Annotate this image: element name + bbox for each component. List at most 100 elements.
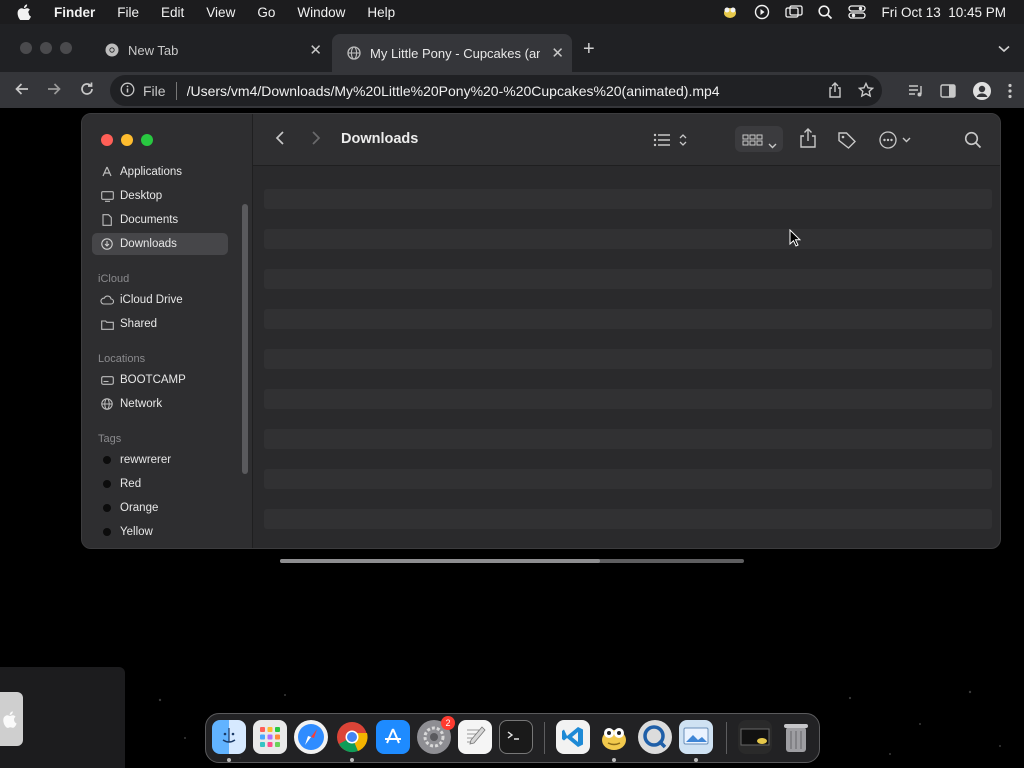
- preview-dock-icon[interactable]: [679, 720, 713, 754]
- horizontal-scrollbar[interactable]: [280, 559, 744, 563]
- profile-avatar-icon[interactable]: [972, 81, 992, 106]
- menu-view[interactable]: View: [195, 5, 246, 20]
- list-row[interactable]: [264, 509, 992, 529]
- scrollbar-thumb[interactable]: [280, 559, 600, 563]
- tab-close-icon[interactable]: ✕: [309, 41, 322, 59]
- new-tab-plus-icon[interactable]: +: [583, 38, 595, 61]
- vscode-dock-icon[interactable]: [556, 720, 590, 754]
- running-indicator: [227, 758, 231, 762]
- trash-dock-icon[interactable]: [779, 720, 813, 754]
- browser-close-dot[interactable]: [20, 42, 32, 54]
- sidebar-item-shared[interactable]: Shared: [92, 313, 228, 335]
- chrome-menu-kebab-icon[interactable]: [1008, 83, 1012, 104]
- sidebar-scrollbar[interactable]: [242, 204, 248, 474]
- control-center-icon[interactable]: [848, 5, 867, 19]
- sidebar-tag-red[interactable]: Red: [92, 473, 228, 495]
- media-controls-icon[interactable]: [908, 84, 924, 103]
- sidebar-tag-orange[interactable]: Orange: [92, 497, 228, 519]
- url-text[interactable]: /Users/vm4/Downloads/My%20Little%20Pony%…: [187, 83, 720, 99]
- menu-window[interactable]: Window: [286, 5, 356, 20]
- sidebar-item-icloud-drive[interactable]: iCloud Drive: [92, 289, 228, 311]
- list-view-icon[interactable]: [653, 132, 689, 153]
- cloud-icon: [100, 293, 114, 307]
- tag-dot-icon: [103, 456, 111, 464]
- app-store-dock-icon[interactable]: [376, 720, 410, 754]
- menubar-clock[interactable]: Fri Oct 13 10:45 PM: [881, 5, 1006, 20]
- quicktime-dock-icon[interactable]: [638, 720, 672, 754]
- file-scheme-label: File: [143, 82, 166, 99]
- sidebar-item-documents[interactable]: Documents: [92, 209, 228, 231]
- back-arrow-icon[interactable]: [13, 80, 31, 103]
- sidebar-item-desktop[interactable]: Desktop: [92, 185, 228, 207]
- system-settings-dock-icon[interactable]: 2: [417, 716, 455, 754]
- running-indicator: [694, 758, 698, 762]
- file-list[interactable]: [264, 189, 992, 548]
- reload-icon[interactable]: [78, 80, 96, 103]
- menu-go[interactable]: Go: [246, 5, 286, 20]
- sidebar-item-label: Desktop: [120, 190, 163, 202]
- browser-minimize-dot[interactable]: [40, 42, 52, 54]
- list-row[interactable]: [264, 349, 992, 369]
- menu-edit[interactable]: Edit: [150, 5, 195, 20]
- finder-dock-icon[interactable]: [212, 720, 246, 754]
- finder-back-chevron-icon[interactable]: [275, 130, 285, 151]
- cyberduck-dock-icon[interactable]: [597, 720, 631, 754]
- screen-mirroring-icon[interactable]: [785, 5, 804, 19]
- list-row[interactable]: [264, 309, 992, 329]
- cyberduck-status-icon[interactable]: [721, 5, 739, 19]
- list-row[interactable]: [264, 469, 992, 489]
- forward-arrow-icon[interactable]: [45, 80, 63, 103]
- close-window-button[interactable]: [101, 134, 113, 146]
- sidebar-item-applications[interactable]: Applications: [92, 161, 228, 183]
- sidebar-tag-yellow[interactable]: Yellow: [92, 521, 228, 543]
- sidebar-tag-rewwrerer[interactable]: rewwrerer: [92, 449, 228, 471]
- menu-help[interactable]: Help: [356, 5, 406, 20]
- group-by-button[interactable]: [735, 126, 783, 152]
- finder-forward-chevron-icon[interactable]: [311, 130, 321, 151]
- tab-active-video[interactable]: My Little Pony - Cupcakes (an ✕: [332, 34, 572, 72]
- tab-title: New Tab: [128, 42, 179, 58]
- shared-folder-icon: [100, 317, 114, 331]
- sidebar-item-downloads[interactable]: Downloads: [92, 233, 228, 255]
- more-actions-icon[interactable]: [879, 131, 913, 154]
- menu-app-name[interactable]: Finder: [48, 5, 106, 20]
- play-circle-icon[interactable]: [754, 4, 770, 20]
- minimize-window-button[interactable]: [121, 134, 133, 146]
- sidebar-item-bootcamp[interactable]: BOOTCAMP: [92, 369, 228, 391]
- sidebar-item-network[interactable]: Network: [92, 393, 228, 415]
- finder-sidebar: Applications Desktop Documents Downloads…: [82, 114, 253, 548]
- address-bar[interactable]: File /Users/vm4/Downloads/My%20Little%20…: [110, 75, 882, 106]
- zoom-window-button[interactable]: [141, 134, 153, 146]
- site-info-icon[interactable]: [120, 82, 135, 100]
- side-panel-icon[interactable]: [940, 84, 956, 103]
- apple-logo-tile-icon[interactable]: [0, 692, 23, 746]
- list-row[interactable]: [264, 429, 992, 449]
- browser-zoom-dot[interactable]: [60, 42, 72, 54]
- finder-share-icon[interactable]: [799, 128, 817, 153]
- finder-search-icon[interactable]: [964, 131, 982, 154]
- tab-title: My Little Pony - Cupcakes (an: [370, 45, 540, 61]
- downloads-icon: [100, 237, 114, 251]
- terminal-dock-icon[interactable]: [499, 720, 533, 754]
- screenshot-thumbnail-dock-icon[interactable]: [738, 720, 772, 754]
- safari-dock-icon[interactable]: [294, 720, 328, 754]
- sidebar-item-label: iCloud Drive: [120, 294, 183, 306]
- list-row[interactable]: [264, 389, 992, 409]
- mouse-pointer-icon: [789, 228, 802, 252]
- list-row[interactable]: [264, 189, 992, 209]
- spotlight-search-icon[interactable]: [818, 4, 833, 20]
- chrome-dock-icon[interactable]: [335, 720, 369, 754]
- list-row[interactable]: [264, 229, 992, 249]
- bookmark-star-icon[interactable]: [857, 81, 875, 101]
- textedit-dock-icon[interactable]: [458, 720, 492, 754]
- tag-icon[interactable]: [837, 130, 857, 155]
- apple-menu-icon[interactable]: [0, 4, 48, 20]
- menu-file[interactable]: File: [106, 5, 150, 20]
- list-row[interactable]: [264, 269, 992, 289]
- launchpad-dock-icon[interactable]: [253, 720, 287, 754]
- share-icon[interactable]: [828, 82, 842, 101]
- tab-search-chevron-icon[interactable]: [998, 40, 1010, 58]
- tab-close-icon[interactable]: ✕: [551, 44, 564, 62]
- tab-new-tab[interactable]: New Tab ✕: [90, 34, 330, 66]
- sidebar-section-locations: Locations: [98, 353, 146, 365]
